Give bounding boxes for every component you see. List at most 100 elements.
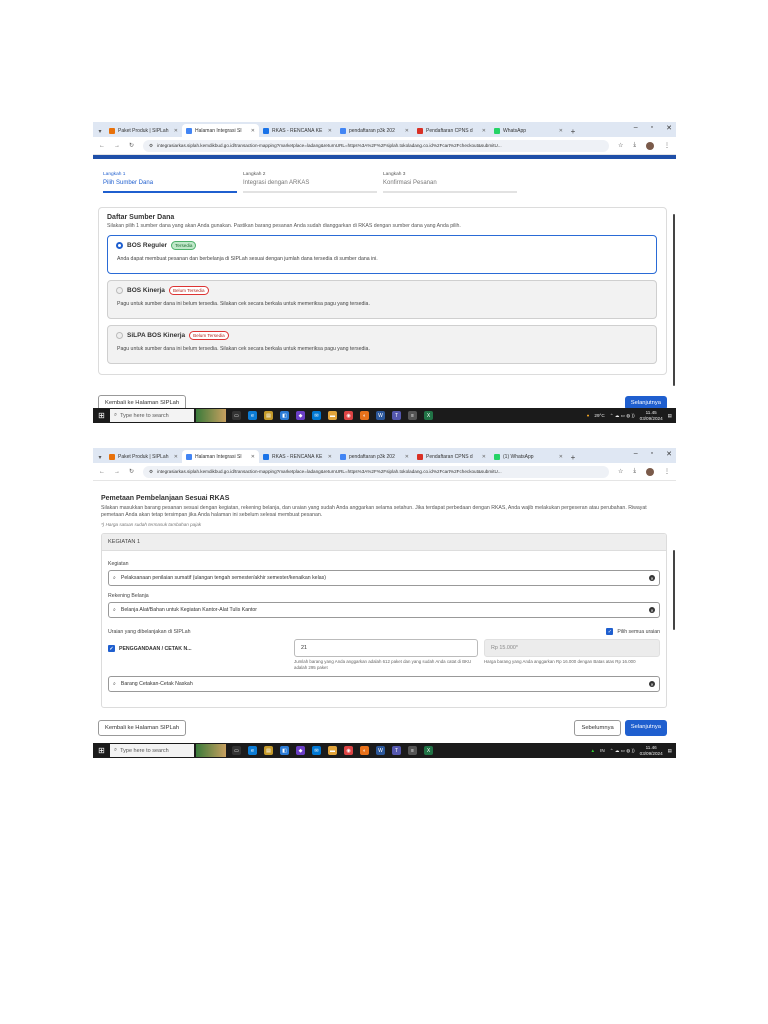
clock[interactable]: 11.45 03/09/2024 xyxy=(640,410,663,422)
option-silpa-bos-kinerja[interactable]: SiLPA BOS Kinerja Belum Tersedia Pagu un… xyxy=(107,325,657,364)
reload-icon[interactable]: ↻ xyxy=(129,142,134,149)
clear-icon[interactable]: ✕ xyxy=(649,575,655,581)
profile-avatar[interactable] xyxy=(646,141,654,150)
tray-icons[interactable]: ⌃ ☁ ▭ ◍ )) xyxy=(610,413,635,419)
reload-icon[interactable]: ↻ xyxy=(129,468,134,475)
rekening-select[interactable]: ⌕ Belanja Alat/Bahan untuk Kegiatan Kant… xyxy=(108,602,660,618)
maximize-icon[interactable]: ▫ xyxy=(651,124,653,132)
previous-button[interactable]: Sebelumnya xyxy=(574,720,621,736)
word-icon[interactable]: W xyxy=(376,411,385,420)
download-icon[interactable]: ⤓ xyxy=(633,468,636,476)
minimize-icon[interactable]: – xyxy=(634,450,638,458)
browser-tab[interactable]: pendaftaran p3k 202 ✕ xyxy=(336,450,413,463)
browser-tab[interactable]: Pendaftaran CPNS d ✕ xyxy=(413,124,490,137)
chrome-icon[interactable]: ◉ xyxy=(344,411,353,420)
tab-close-icon[interactable]: ✕ xyxy=(328,454,332,460)
folder-icon[interactable]: ▬ xyxy=(328,746,337,755)
edge-icon[interactable]: e xyxy=(248,746,257,755)
radio-disabled[interactable] xyxy=(116,287,123,294)
tray-icons[interactable]: ⌃ ☁ ▭ ◍ )) xyxy=(610,748,635,754)
notification-icon[interactable]: ▤ xyxy=(668,748,672,754)
tab-close-icon[interactable]: ✕ xyxy=(251,128,255,134)
item-checkbox[interactable]: ✓ PENGGANDAAN / CETAK N... xyxy=(108,645,192,652)
browser-tab[interactable]: Paket Produk | SIPLah ✕ xyxy=(105,124,182,137)
clear-icon[interactable]: ✕ xyxy=(649,681,655,687)
url-field[interactable]: ⚙ integrasiarkas.siplah.kemdikbud.go.id/… xyxy=(143,465,609,478)
browser-tab[interactable]: RKAS - RENCANA KE ✕ xyxy=(259,124,336,137)
back-to-siplah-button[interactable]: Kembali ke Halaman SIPLah xyxy=(98,720,187,736)
store-icon[interactable]: ◧ xyxy=(280,411,289,420)
option-bos-kinerja[interactable]: BOS Kinerja Belum Tersedia Pagu untuk su… xyxy=(107,280,657,319)
new-tab-icon[interactable]: + xyxy=(567,125,579,137)
windows-start-icon[interactable]: ⊞ xyxy=(93,746,110,755)
tray-app-icon[interactable]: ▲ xyxy=(591,748,596,753)
tab-close-icon[interactable]: ✕ xyxy=(405,128,409,134)
task-view-icon[interactable]: ▭ xyxy=(232,411,241,420)
teams-icon[interactable]: T xyxy=(392,411,401,420)
tab-close-icon[interactable]: ✕ xyxy=(174,128,178,134)
orange-app-icon[interactable]: ◐ xyxy=(360,411,369,420)
edge-icon[interactable]: e xyxy=(248,411,257,420)
orange-app-icon[interactable]: ◐ xyxy=(360,746,369,755)
browser-tab[interactable]: Pendaftaran CPNS d ✕ xyxy=(413,450,490,463)
radio-disabled[interactable] xyxy=(116,332,123,339)
folder-icon[interactable]: ▬ xyxy=(328,411,337,420)
kegiatan-select[interactable]: ⌕ Pelaksanaan penilaian sumatif (ulangan… xyxy=(108,570,660,586)
file-explorer-icon[interactable]: ▤ xyxy=(264,746,273,755)
notification-icon[interactable]: ▤ xyxy=(668,413,672,419)
checkbox-checked-icon[interactable]: ✓ xyxy=(108,645,115,652)
taskbar-search[interactable]: ⌕ Type here to search xyxy=(110,409,194,422)
app-icon[interactable]: ◆ xyxy=(296,411,305,420)
chrome-icon[interactable]: ◉ xyxy=(344,746,353,755)
menu-dots-icon[interactable]: ⋮ xyxy=(664,468,670,476)
browser-tab[interactable]: (1) WhatsApp ✕ xyxy=(490,450,567,463)
quantity-input[interactable]: 21 xyxy=(294,639,478,657)
tab-close-icon[interactable]: ✕ xyxy=(174,454,178,460)
minimize-icon[interactable]: – xyxy=(634,124,638,132)
clear-icon[interactable]: ✕ xyxy=(649,607,655,613)
next-button[interactable]: Selanjutnya xyxy=(624,720,667,736)
url-field[interactable]: ⚙ integrasiarkas.siplah.kemdikbud.go.id/… xyxy=(143,139,609,152)
profile-avatar[interactable] xyxy=(646,467,654,476)
close-window-icon[interactable]: ✕ xyxy=(666,450,672,458)
back-icon[interactable]: ← xyxy=(99,143,105,149)
forward-icon[interactable]: → xyxy=(114,143,120,149)
weather-icon[interactable]: ● xyxy=(587,413,590,418)
price-input[interactable]: Rp 15.000* xyxy=(483,639,660,657)
taskbar-search[interactable]: ⌕ Type here to search xyxy=(110,744,194,757)
tab-close-icon[interactable]: ✕ xyxy=(405,454,409,460)
language-indicator[interactable]: IN xyxy=(600,748,605,753)
forward-icon[interactable]: → xyxy=(114,469,120,475)
mail-icon[interactable]: ✉ xyxy=(312,746,321,755)
task-view-icon[interactable]: ▭ xyxy=(232,746,241,755)
excel-icon[interactable]: X xyxy=(424,411,433,420)
windows-start-icon[interactable]: ⊞ xyxy=(93,411,110,420)
tab-close-icon[interactable]: ✕ xyxy=(482,454,486,460)
app-icon-2[interactable]: ≡ xyxy=(408,746,417,755)
tab-close-icon[interactable]: ✕ xyxy=(559,128,563,134)
bookmark-star-icon[interactable]: ☆ xyxy=(618,468,623,476)
excel-icon[interactable]: X xyxy=(424,746,433,755)
site-info-icon[interactable]: ⚙ xyxy=(149,143,153,149)
site-info-icon[interactable]: ⚙ xyxy=(149,469,153,475)
browser-tab[interactable]: pendaftaran p3k 202 ✕ xyxy=(336,124,413,137)
browser-tab[interactable]: Halaman Integrasi SI ✕ xyxy=(182,124,259,137)
tab-close-icon[interactable]: ✕ xyxy=(328,128,332,134)
file-explorer-icon[interactable]: ▤ xyxy=(264,411,273,420)
teams-icon[interactable]: T xyxy=(392,746,401,755)
tab-search-icon[interactable]: ▾ xyxy=(95,451,105,463)
mail-icon[interactable]: ✉ xyxy=(312,411,321,420)
search-highlight-image[interactable] xyxy=(196,409,226,422)
barang-select[interactable]: ⌕ Barang Cetakan-Cetak Naskah ✕ xyxy=(108,676,660,692)
radio-selected[interactable] xyxy=(116,242,123,249)
app-icon[interactable]: ◆ xyxy=(296,746,305,755)
search-highlight-image[interactable] xyxy=(196,744,226,757)
checkbox-checked-icon[interactable]: ✓ xyxy=(606,628,614,635)
store-icon[interactable]: ◧ xyxy=(280,746,289,755)
new-tab-icon[interactable]: + xyxy=(567,451,579,463)
browser-tab[interactable]: WhatsApp ✕ xyxy=(490,124,567,137)
back-icon[interactable]: ← xyxy=(99,469,105,475)
option-bos-reguler[interactable]: BOS Reguler Tersedia Anda dapat membuat … xyxy=(107,235,657,274)
scrollbar[interactable] xyxy=(673,550,675,630)
clock[interactable]: 11.46 03/09/2024 xyxy=(640,745,663,757)
